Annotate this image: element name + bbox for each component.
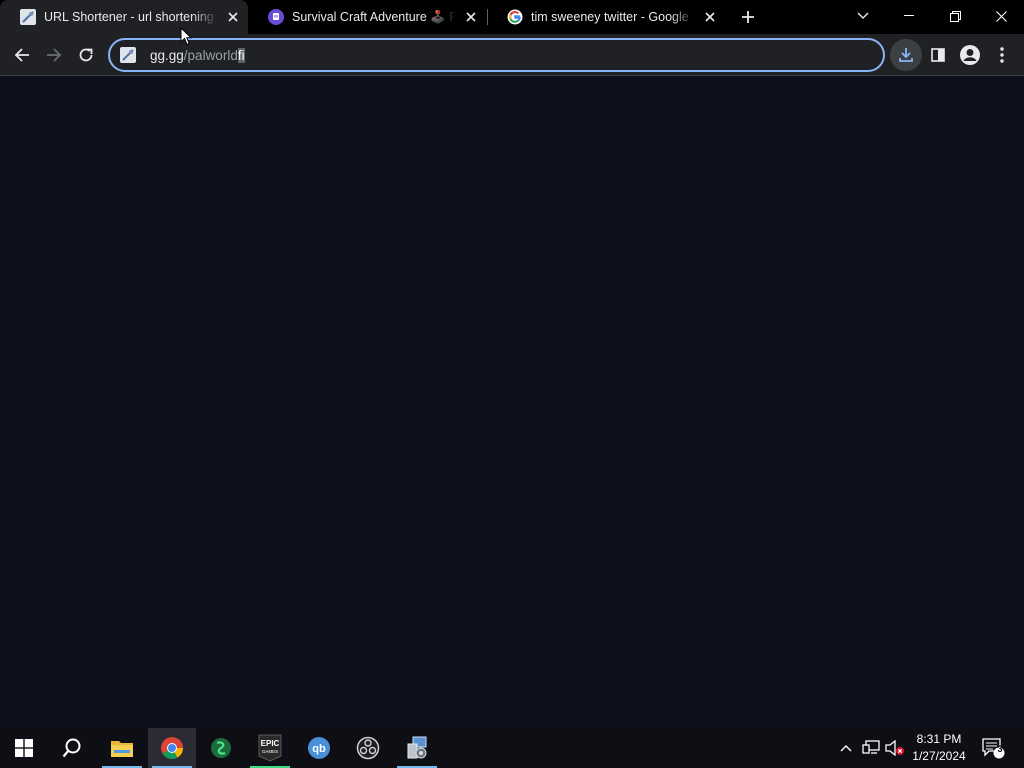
svg-text:qb: qb	[312, 743, 326, 755]
forward-button[interactable]	[38, 39, 70, 71]
notification-center-icon[interactable]: 3	[978, 728, 1008, 768]
address-bar-text[interactable]: gg.gg/palworldfi	[150, 47, 245, 63]
file-explorer-icon[interactable]	[98, 728, 146, 768]
volume-muted-icon[interactable]	[884, 728, 906, 768]
url-selected-text: fi	[237, 47, 245, 63]
profile-avatar-icon[interactable]	[954, 39, 986, 71]
menu-kebab-icon[interactable]	[986, 39, 1018, 71]
tab-title: URL Shortener - url shortening s	[44, 10, 218, 24]
tab-title: tim sweeney twitter - Google Se	[531, 10, 695, 24]
tab-search-dropdown-icon[interactable]	[840, 0, 886, 32]
tab-strip: URL Shortener - url shortening s Surviva…	[0, 0, 1024, 34]
close-window-button[interactable]	[978, 0, 1024, 32]
close-tab-icon[interactable]	[224, 8, 242, 26]
system-clock[interactable]: 8:31 PM 1/27/2024	[905, 731, 973, 765]
downloads-button[interactable]	[890, 39, 922, 71]
svg-text:GAMES: GAMES	[262, 749, 278, 754]
address-bar[interactable]: gg.gg/palworldfi	[108, 38, 885, 72]
browser-toolbar: gg.gg/palworldfi	[0, 34, 1024, 76]
tab-url-shortener[interactable]: URL Shortener - url shortening s	[0, 0, 248, 34]
gg-site-icon	[120, 47, 136, 63]
windows-start-icon[interactable]	[0, 728, 48, 768]
clock-date: 1/27/2024	[912, 749, 966, 763]
tab-google-search[interactable]: tim sweeney twitter - Google Se	[487, 0, 725, 34]
tab-survival-craft[interactable]: Survival Craft Adventure 🕹️ Play	[248, 0, 486, 34]
mouse-cursor-icon	[180, 26, 193, 51]
tab-title: Survival Craft Adventure 🕹️ Play	[292, 9, 456, 24]
close-tab-icon[interactable]	[462, 8, 480, 26]
green-app-icon[interactable]	[197, 728, 245, 768]
clock-time: 8:31 PM	[916, 732, 962, 746]
page-content	[0, 77, 1024, 728]
system-tool-icon[interactable]	[393, 728, 441, 768]
notification-count-badge: 3	[997, 744, 1003, 754]
gg-favicon-icon	[20, 9, 36, 25]
chrome-icon[interactable]	[148, 728, 196, 768]
network-icon[interactable]	[860, 728, 882, 768]
reload-button[interactable]	[70, 39, 102, 71]
url-host: gg.gg	[150, 47, 184, 63]
search-icon[interactable]	[48, 728, 96, 768]
epic-games-icon[interactable]: EPIC GAMES	[246, 728, 294, 768]
obs-icon[interactable]	[344, 728, 392, 768]
windows-taskbar: EPIC GAMES qb 8:31 PM 1/27/2024 3	[0, 728, 1024, 768]
back-button[interactable]	[6, 39, 38, 71]
svg-text:EPIC: EPIC	[261, 739, 280, 748]
side-panel-button[interactable]	[922, 39, 954, 71]
twitch-favicon-icon	[268, 9, 284, 25]
close-tab-icon[interactable]	[701, 8, 719, 26]
qbittorrent-icon[interactable]: qb	[295, 728, 343, 768]
new-tab-button[interactable]	[736, 5, 760, 29]
minimize-button[interactable]	[886, 0, 932, 32]
google-favicon-icon	[507, 9, 523, 25]
show-hidden-icons-chevron-icon[interactable]	[836, 728, 856, 768]
restore-button[interactable]	[932, 0, 978, 32]
